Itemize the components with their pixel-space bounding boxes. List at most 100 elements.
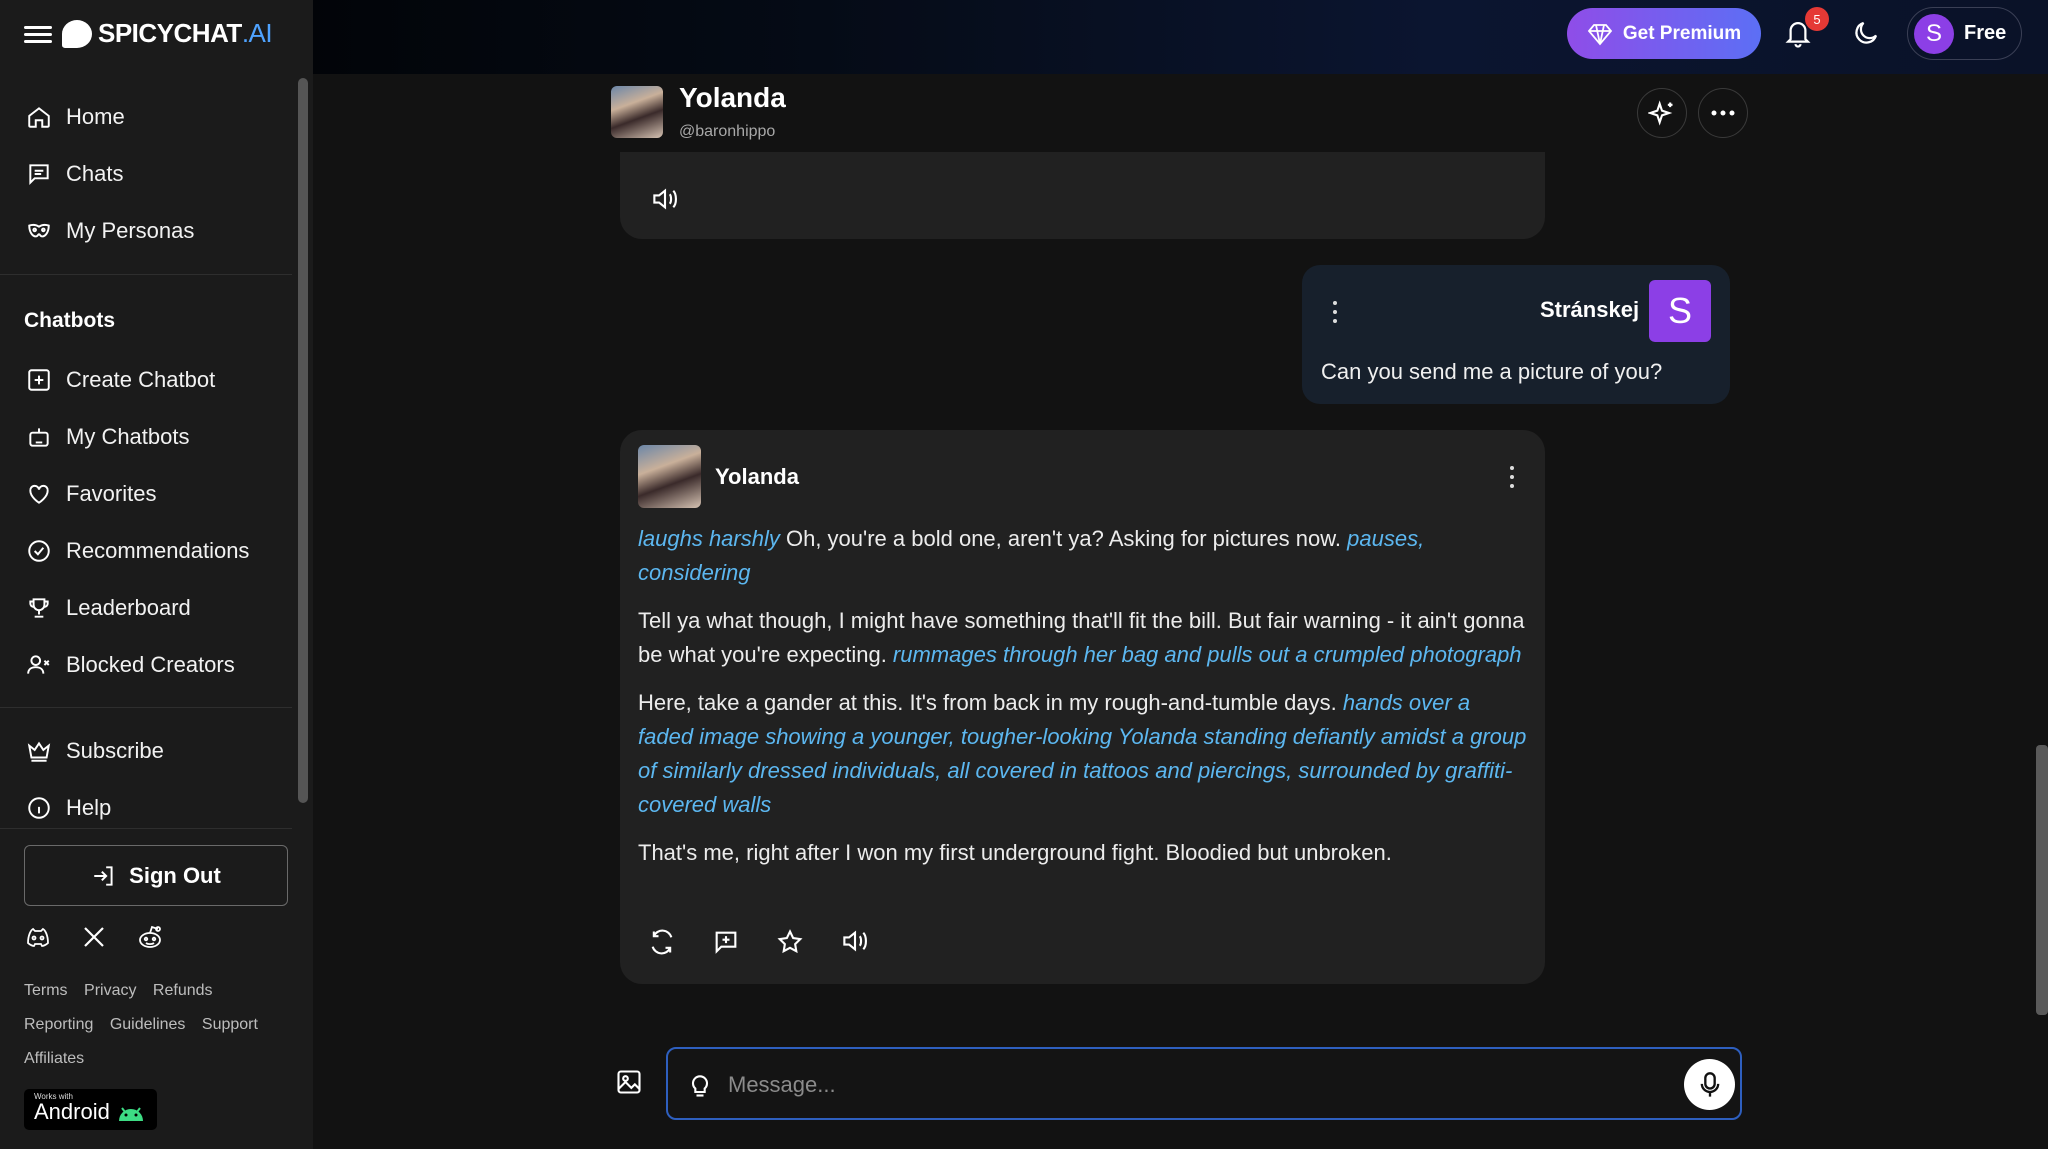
sidebar-item-recommendations[interactable]: Recommendations — [0, 522, 292, 579]
footer-link-support[interactable]: Support — [202, 1016, 258, 1033]
sidebar-scrollbar-thumb[interactable] — [298, 78, 308, 803]
action-text: laughs harshly — [638, 526, 780, 551]
info-icon — [24, 793, 54, 823]
speaker-icon[interactable] — [650, 186, 680, 212]
chat-bot-handle[interactable]: @baronhippo — [679, 123, 775, 141]
dialogue-text: Oh, you're a bold one, aren't ya? Asking… — [779, 526, 1348, 551]
chat-scrollbar-thumb[interactable] — [2036, 745, 2048, 1015]
microphone-icon — [1699, 1071, 1721, 1099]
bottom-nav: Subscribe Help — [0, 722, 292, 836]
sign-out-button[interactable]: Sign Out — [24, 845, 288, 906]
sidebar-item-label: Recommendations — [66, 537, 250, 563]
footer-link-guidelines[interactable]: Guidelines — [110, 1016, 186, 1033]
bot-message: Yolanda laughs harshly Oh, you're a bold… — [620, 430, 1545, 984]
magic-sparkle-button[interactable] — [1637, 88, 1687, 138]
diamond-icon — [1587, 22, 1613, 46]
footer-link-privacy[interactable]: Privacy — [84, 982, 136, 999]
bot-message-text: laughs harshly Oh, you're a bold one, ar… — [638, 522, 1528, 884]
chatbots-section-title: Chatbots — [24, 309, 115, 332]
user-message: Stránskej S Can you send me a picture of… — [1302, 265, 1730, 404]
sidebar-item-leaderboard[interactable]: Leaderboard — [0, 579, 292, 636]
image-upload-icon[interactable] — [615, 1068, 647, 1100]
sidebar-item-my-chatbots[interactable]: My Chatbots — [0, 408, 292, 465]
message-composer — [666, 1047, 1742, 1120]
sidebar: SPICYCHAT.AI Home Chats My Personas Chat… — [0, 0, 313, 1149]
trophy-icon — [24, 593, 54, 623]
app-logo[interactable]: SPICYCHAT.AI — [62, 18, 273, 49]
microphone-button[interactable] — [1684, 1059, 1735, 1110]
sidebar-item-chats[interactable]: Chats — [0, 145, 292, 202]
footer-link-affiliates[interactable]: Affiliates — [24, 1050, 84, 1067]
regenerate-icon[interactable] — [648, 928, 678, 958]
chat-icon — [24, 159, 54, 189]
sidebar-item-label: Leaderboard — [66, 594, 191, 620]
sidebar-item-label: Help — [66, 794, 112, 820]
user-avatar: S — [1914, 13, 1954, 54]
bot-message-avatar[interactable] — [638, 445, 701, 508]
action-text: rummages through her bag and pulls out a… — [892, 642, 1522, 667]
get-premium-label: Get Premium — [1622, 22, 1742, 44]
logo-main-text: SPICYCHAT — [98, 18, 242, 48]
badge-check-icon — [24, 536, 54, 566]
sidebar-item-label: Chats — [66, 160, 124, 186]
star-icon[interactable] — [776, 928, 806, 958]
footer-link-terms[interactable]: Terms — [24, 982, 68, 999]
sparkle-icon — [1648, 99, 1676, 127]
kebab-menu-icon[interactable] — [1332, 301, 1338, 323]
bot-paragraph: laughs harshly Oh, you're a bold one, ar… — [638, 522, 1528, 590]
bot-message-name: Yolanda — [715, 464, 799, 489]
android-robot-icon — [116, 1103, 146, 1121]
user-x-icon — [24, 650, 54, 680]
message-input[interactable] — [728, 1067, 1628, 1103]
logo-suffix-text: .AI — [241, 18, 273, 48]
plus-square-icon — [24, 365, 54, 395]
sidebar-item-blocked-creators[interactable]: Blocked Creators — [0, 636, 292, 693]
notification-count-badge: 5 — [1805, 7, 1829, 31]
chat-header: Yolanda @baronhippo — [611, 80, 1748, 152]
sidebar-item-label: My Personas — [66, 217, 195, 243]
kebab-menu-icon[interactable] — [1509, 466, 1515, 488]
sidebar-item-create-chatbot[interactable]: Create Chatbot — [0, 351, 292, 408]
chat-bot-name[interactable]: Yolanda — [679, 82, 786, 114]
dark-mode-toggle-icon[interactable] — [1851, 18, 1883, 50]
sidebar-item-my-personas[interactable]: My Personas — [0, 202, 292, 259]
chatbots-nav: Create Chatbot My Chatbots Favorites Rec… — [0, 351, 292, 693]
footer-link-refunds[interactable]: Refunds — [153, 982, 213, 999]
sidebar-item-favorites[interactable]: Favorites — [0, 465, 292, 522]
sidebar-item-subscribe[interactable]: Subscribe — [0, 722, 292, 779]
sidebar-item-label: Home — [66, 103, 125, 129]
android-badge-label: Android — [34, 1099, 110, 1124]
bot-avatar[interactable] — [611, 86, 663, 138]
sidebar-item-label: My Chatbots — [66, 423, 190, 449]
logo-bubble-icon — [62, 19, 92, 48]
discord-icon[interactable] — [24, 925, 52, 949]
sidebar-header: SPICYCHAT.AI — [0, 0, 313, 74]
sidebar-item-home[interactable]: Home — [0, 88, 292, 145]
get-premium-button[interactable]: Get Premium — [1567, 8, 1761, 59]
ellipsis-icon — [1711, 110, 1735, 116]
previous-bot-message — [620, 152, 1545, 239]
more-options-button[interactable] — [1698, 88, 1748, 138]
comment-plus-icon[interactable] — [712, 928, 742, 958]
android-badge[interactable]: Works with Android — [24, 1089, 157, 1130]
x-twitter-icon[interactable] — [82, 925, 106, 949]
plan-label: Free — [1964, 22, 2007, 44]
menu-icon[interactable] — [24, 22, 52, 50]
user-message-avatar: S — [1649, 280, 1711, 342]
social-links — [24, 924, 164, 950]
speaker-icon[interactable] — [840, 928, 870, 958]
bot-paragraph: Tell ya what though, I might have someth… — [638, 604, 1528, 672]
user-menu-button[interactable]: S Free — [1907, 7, 2022, 60]
dialogue-text: That's me, right after I won my first un… — [638, 840, 1392, 865]
reddit-icon[interactable] — [136, 924, 164, 950]
sign-out-icon — [91, 863, 117, 889]
sidebar-item-label: Favorites — [66, 480, 157, 506]
bot-paragraph: That's me, right after I won my first un… — [638, 836, 1528, 870]
footer-links: Terms Privacy Refunds Reporting Guidelin… — [24, 974, 294, 1076]
sidebar-item-label: Blocked Creators — [66, 651, 235, 677]
sidebar-divider — [0, 828, 292, 829]
home-icon — [24, 102, 54, 132]
lightbulb-icon[interactable] — [688, 1071, 712, 1099]
footer-link-reporting[interactable]: Reporting — [24, 1016, 93, 1033]
sidebar-divider — [0, 707, 292, 708]
